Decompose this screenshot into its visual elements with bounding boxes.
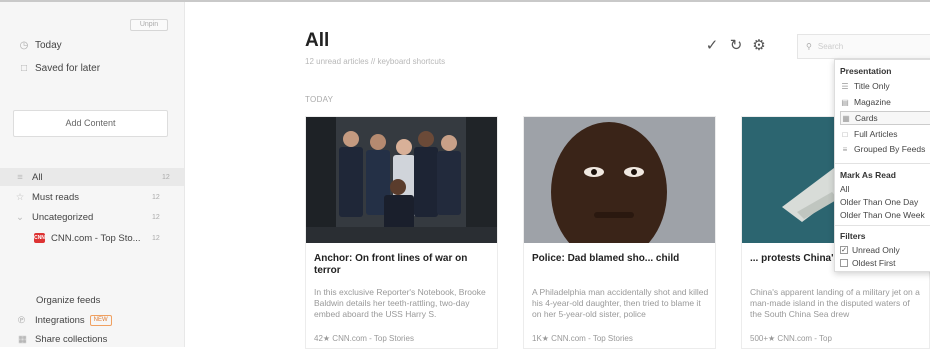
feed-uncategorized[interactable]: ⌄ Uncategorized 12 <box>14 208 174 226</box>
search-icon: ⚲ <box>806 42 812 51</box>
mark-read-older-day[interactable]: Older Than One Day <box>840 197 918 207</box>
menu-full-articles[interactable]: □ Full Articles <box>840 127 930 141</box>
checkbox-unchecked-icon[interactable] <box>840 259 848 267</box>
refresh-icon[interactable]: ↻ <box>727 36 745 54</box>
mark-read-older-week[interactable]: Older Than One Week <box>840 210 925 220</box>
feed-all[interactable]: ≡ All 12 <box>0 168 184 186</box>
nav-saved-for-later[interactable]: □ Saved for later <box>18 63 100 74</box>
integrations-label: Integrations <box>35 315 85 326</box>
feed-all-count: 12 <box>162 173 170 181</box>
sidebar: Unpin ◷ Today □ Saved for later Add Cont… <box>0 2 185 347</box>
menu-grouped-label: Grouped By Feeds <box>854 144 926 154</box>
filters-header: Filters <box>840 231 866 241</box>
search-placeholder: Search <box>817 42 844 51</box>
menu-title-only[interactable]: ☰ Title Only <box>840 79 930 93</box>
feed-cnn[interactable]: CNN CNN.com - Top Sto... 12 <box>34 229 174 247</box>
page-title: All <box>305 30 330 51</box>
share-collections-label: Share collections <box>35 334 108 345</box>
article-excerpt: China's apparent landing of a military j… <box>750 287 920 319</box>
feed-all-label: All <box>32 171 43 183</box>
feed-cnn-count: 12 <box>152 234 160 242</box>
feed-uncategorized-count: 12 <box>152 213 160 221</box>
unpin-button[interactable]: Unpin <box>130 19 168 31</box>
menu-magazine[interactable]: ▤ Magazine <box>840 95 930 109</box>
article-card[interactable]: Police: Dad blamed sho... child A Philad… <box>523 116 716 349</box>
mark-read-check-icon[interactable]: ✓ <box>703 36 721 54</box>
full-articles-icon: □ <box>842 129 848 139</box>
filter-unread-only[interactable]: ✓ Unread Only <box>840 245 900 255</box>
gear-icon[interactable]: ⚙ <box>750 36 768 54</box>
title-only-icon: ☰ <box>841 81 849 91</box>
article-image <box>524 117 715 243</box>
nav-saved-label: Saved for later <box>35 63 101 74</box>
filter-oldest-label: Oldest First <box>852 258 896 268</box>
search-input[interactable]: ⚲ Search <box>797 34 930 59</box>
article-excerpt: A Philadelphia man accidentally shot and… <box>532 287 709 319</box>
integrations-link[interactable]: ℗ Integrations NEW <box>18 315 112 326</box>
feed-uncategorized-label: Uncategorized <box>32 211 94 223</box>
chevron-down-icon: ⌄ <box>16 211 24 223</box>
article-meta: 42★ CNN.com - Top Stories <box>314 334 414 343</box>
nav-today-label: Today <box>35 40 62 51</box>
menu-full-articles-label: Full Articles <box>854 129 898 139</box>
article-image <box>306 117 497 243</box>
presentation-menu: Presentation ☰ Title Only ▤ Magazine ▦ C… <box>834 59 930 272</box>
add-content-button[interactable]: Add Content <box>13 110 168 137</box>
article-meta: 500+★ CNN.com - Top <box>750 334 832 343</box>
main-content: All 12 unread articles // keyboard short… <box>186 2 930 349</box>
filter-oldest-first[interactable]: Oldest First <box>840 258 895 268</box>
feed-must-reads-label: Must reads <box>32 191 79 203</box>
star-icon: ☆ <box>15 191 25 203</box>
page-subtitle: 12 unread articles // keyboard shortcuts <box>305 57 446 66</box>
share-collections-link[interactable]: ▦ Share collections <box>18 334 107 345</box>
bookmark-icon: □ <box>20 63 28 74</box>
section-label: TODAY <box>305 95 334 104</box>
share-icon: ▦ <box>18 334 27 345</box>
checkbox-checked-icon[interactable]: ✓ <box>840 246 848 254</box>
plug-icon: ℗ <box>18 315 25 326</box>
mark-as-read-header: Mark As Read <box>840 170 896 180</box>
cnn-logo-icon: CNN <box>34 233 45 243</box>
organize-feeds-link[interactable]: Organize feeds <box>36 295 100 306</box>
article-card[interactable]: Anchor: On front lines of war on terror … <box>305 116 498 349</box>
article-excerpt: In this exclusive Reporter's Notebook, B… <box>314 287 486 319</box>
filter-unread-label: Unread Only <box>852 245 900 255</box>
menu-divider <box>835 163 930 164</box>
menu-cards[interactable]: ▦ Cards <box>840 111 930 125</box>
menu-grouped-by-feeds[interactable]: ≡ Grouped By Feeds <box>840 142 930 156</box>
new-badge: NEW <box>89 315 112 326</box>
menu-cards-label: Cards <box>855 113 878 123</box>
mark-read-all[interactable]: All <box>840 184 849 194</box>
feed-must-reads[interactable]: ☆ Must reads 12 <box>14 188 174 206</box>
menu-title-only-label: Title Only <box>854 81 890 91</box>
feed-cnn-label: CNN.com - Top Sto... <box>51 232 141 244</box>
list-icon: ≡ <box>17 171 23 183</box>
grouped-feeds-icon: ≡ <box>842 144 848 154</box>
article-meta: 1K★ CNN.com - Top Stories <box>532 334 633 343</box>
menu-divider <box>835 225 930 226</box>
cards-icon: ▦ <box>842 113 850 123</box>
menu-magazine-label: Magazine <box>854 97 891 107</box>
magazine-icon: ▤ <box>841 97 849 107</box>
article-title[interactable]: Anchor: On front lines of war on terror <box>314 253 491 277</box>
clock-icon: ◷ <box>19 40 29 51</box>
article-title[interactable]: Police: Dad blamed sho... child <box>532 253 709 265</box>
presentation-header: Presentation <box>840 66 892 76</box>
feed-must-reads-count: 12 <box>152 193 160 201</box>
nav-today[interactable]: ◷ Today <box>18 40 62 51</box>
